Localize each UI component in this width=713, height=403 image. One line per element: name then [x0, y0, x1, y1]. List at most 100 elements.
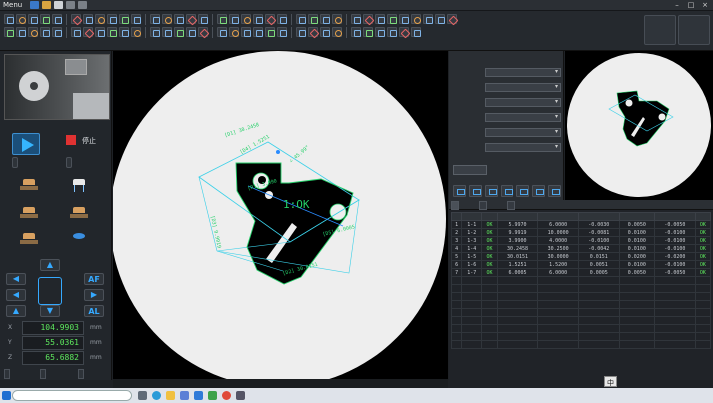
program-tool-icon[interactable]	[387, 14, 397, 24]
param-select-5[interactable]	[485, 128, 561, 137]
origin-tool-icon[interactable]	[320, 14, 330, 24]
light-tool-icon[interactable]	[411, 14, 421, 24]
angle-tool-icon[interactable]	[71, 14, 81, 24]
store-icon[interactable]	[180, 391, 189, 400]
mail-icon[interactable]	[194, 391, 203, 400]
tab-results[interactable]	[451, 201, 459, 210]
stage-tool-icon[interactable]	[308, 27, 318, 37]
home-tool-icon[interactable]	[320, 27, 330, 37]
rect-tool-icon[interactable]	[52, 14, 62, 24]
export-tool-icon[interactable]	[363, 14, 373, 24]
rotate-tool-icon[interactable]	[332, 14, 342, 24]
bottom-light-icon[interactable]	[68, 207, 90, 221]
gdt-straightness-icon[interactable]	[277, 14, 287, 24]
app-icon[interactable]	[236, 391, 245, 400]
jog-center[interactable]	[38, 277, 62, 305]
windows-start-icon[interactable]	[2, 391, 11, 400]
menu-button[interactable]: Menu	[3, 1, 22, 10]
tool-c-icon[interactable]	[484, 185, 498, 197]
af-button[interactable]: AF	[84, 273, 104, 285]
gear-tool-icon[interactable]	[253, 27, 263, 37]
clear-tool-icon[interactable]	[399, 27, 409, 37]
execute-button[interactable]	[453, 165, 487, 175]
tangent-tool-icon[interactable]	[162, 14, 172, 24]
minimize-icon[interactable]: –	[672, 1, 682, 9]
table-row[interactable]: 4 1-4 OK 30.2458 30.2500 -0.0042 0.0100 -0.0100…	[450, 244, 712, 253]
table-row[interactable]: 2 1-2 OK 9.9919 10.0000 -0.0081 0.0100 -0.0100 O…	[450, 228, 712, 237]
edge-find-icon[interactable]	[71, 27, 81, 37]
main-image-view[interactable]: 1:OK [D1] 30.2458 [D2] 30.0151 [D3] 9.99…	[113, 51, 448, 379]
param-select-6[interactable]	[485, 143, 561, 152]
intersect-tool-icon[interactable]	[119, 14, 129, 24]
peak-tool-icon[interactable]	[119, 27, 129, 37]
tool-b-icon[interactable]	[468, 185, 482, 197]
tab-statistics[interactable]	[479, 201, 487, 210]
camera-tool-icon[interactable]	[399, 14, 409, 24]
table-row[interactable]: 5 1-5 OK 30.0151 30.0000 0.0151 0.0200 -0.0200 O…	[450, 252, 712, 261]
cad-tool-icon[interactable]	[265, 27, 275, 37]
gdt-concentric-icon[interactable]	[253, 14, 263, 24]
perpendicular-tool-icon[interactable]	[186, 14, 196, 24]
ring-light-icon-left[interactable]	[18, 207, 40, 221]
maximize-icon[interactable]: □	[686, 1, 696, 9]
settings-tool-icon[interactable]	[435, 14, 445, 24]
manual-mode-button[interactable]	[40, 369, 46, 379]
jog-left-fast-icon[interactable]: ◀	[6, 289, 26, 301]
line-tool-icon[interactable]	[28, 14, 38, 24]
point-tool-icon[interactable]	[4, 14, 14, 24]
auto-measure-button[interactable]	[644, 15, 676, 45]
z-up-icon[interactable]: ▲	[6, 305, 26, 317]
table-row[interactable]: 1 1-1 OK 5.9970 6.0000 -0.0030 0.0050 -0.0050 OK	[450, 220, 712, 229]
stop-icon[interactable]	[66, 135, 76, 145]
auto-edge-icon[interactable]	[52, 27, 62, 37]
parallel-tool-icon[interactable]	[174, 14, 184, 24]
snap-tool-icon[interactable]	[387, 27, 397, 37]
gdt-angularity-icon[interactable]	[265, 14, 275, 24]
light-settings-icon[interactable]	[68, 233, 90, 247]
system-settings-button[interactable]	[678, 15, 710, 45]
jog-right-icon[interactable]: ▶	[84, 289, 104, 301]
open-icon[interactable]	[42, 1, 51, 9]
auto-line-icon[interactable]	[16, 27, 26, 37]
file-explorer-icon[interactable]	[166, 391, 175, 400]
dxf-tool-icon[interactable]	[277, 27, 287, 37]
construct-tool-icon[interactable]	[150, 14, 160, 24]
align-tool-icon[interactable]	[308, 14, 318, 24]
distance-tool-icon[interactable]	[83, 14, 93, 24]
circle-tool-icon[interactable]	[16, 14, 26, 24]
grid-tool-icon[interactable]	[351, 27, 361, 37]
midpoint-tool-icon[interactable]	[131, 14, 141, 24]
radius-tool-icon[interactable]	[95, 14, 105, 24]
auto-arc-icon[interactable]	[40, 27, 50, 37]
tool-g-icon[interactable]	[548, 185, 562, 197]
undo-icon[interactable]	[66, 1, 75, 9]
cross-tool-icon[interactable]	[363, 27, 373, 37]
help-tool-icon[interactable]	[411, 27, 421, 37]
tool-a-icon[interactable]	[453, 185, 466, 197]
arc-tool-icon[interactable]	[40, 14, 50, 24]
symmetry-tool-icon[interactable]	[198, 14, 208, 24]
chrome-icon[interactable]	[222, 391, 231, 400]
param-select-2[interactable]	[485, 83, 561, 92]
thread-tool-icon[interactable]	[241, 27, 251, 37]
param-select-1[interactable]	[485, 68, 561, 77]
auto-circle-icon[interactable]	[28, 27, 38, 37]
close-icon[interactable]: ×	[700, 1, 710, 9]
gdt-roundness-icon[interactable]	[229, 14, 239, 24]
batch-tool-icon[interactable]	[174, 27, 184, 37]
measure-button[interactable]	[66, 157, 72, 168]
profile-tool-icon[interactable]	[229, 27, 239, 37]
ring-light-icon[interactable]	[332, 27, 342, 37]
coord-tool-icon[interactable]	[296, 14, 306, 24]
gdt-position-icon[interactable]	[241, 14, 251, 24]
stop-label[interactable]: 停止	[82, 136, 96, 146]
match-tool-icon[interactable]	[162, 27, 172, 37]
table-row[interactable]: 3 1-3 OK 3.9900 4.0000 -0.0100 0.0100 -0.0100 OK	[450, 236, 712, 245]
table-row[interactable]: 6 1-6 OK 1.5251 1.5200 0.0051 0.0100 -0.0100 OK	[450, 260, 712, 269]
slot-tool-icon[interactable]	[83, 27, 93, 37]
zero-axes-button[interactable]	[4, 369, 10, 379]
tool-f-icon[interactable]	[532, 185, 546, 197]
zoom-tool-icon[interactable]	[423, 14, 433, 24]
taskbar-search-input[interactable]	[12, 390, 132, 401]
param-select-4[interactable]	[485, 113, 561, 122]
